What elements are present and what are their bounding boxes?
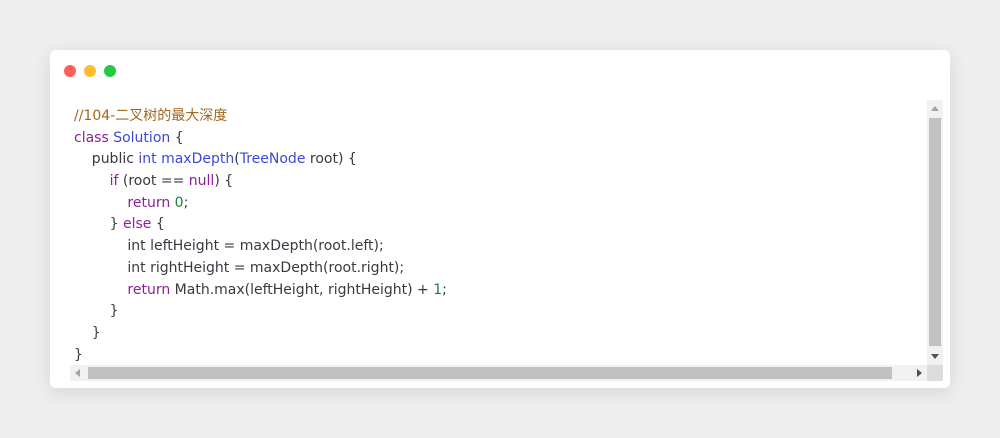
code-token-plain: { <box>170 129 184 146</box>
code-token-plain: ; <box>183 194 189 211</box>
code-line: } <box>74 323 928 345</box>
code-token-plain: int rightHeight = maxDepth(root.right); <box>74 259 405 276</box>
code-token-plain: int leftHeight = maxDepth(root.left); <box>74 238 384 255</box>
vertical-scrollbar[interactable] <box>927 100 943 365</box>
code-line: return 0; <box>74 193 928 215</box>
code-token-plain: (root == <box>118 173 189 190</box>
code-token-type: int <box>138 151 157 168</box>
code-token-plain: } <box>74 303 119 320</box>
code-line: } <box>74 345 928 367</box>
code-token-plain: } <box>74 346 83 363</box>
code-line: public int maxDepth(TreeNode root) { <box>74 149 928 171</box>
scroll-up-arrow-icon[interactable] <box>931 106 939 111</box>
code-token-keyword: null <box>188 173 215 190</box>
code-line: int rightHeight = maxDepth(root.right); <box>74 258 928 280</box>
window-controls <box>64 65 116 77</box>
code-token-keyword: return <box>127 194 171 211</box>
maximize-dot-icon[interactable] <box>104 65 116 77</box>
code-token-number: 0 <box>174 194 184 211</box>
code-token-comment: //104-二叉树的最大深度 <box>74 108 228 124</box>
horizontal-scrollbar[interactable] <box>70 365 927 381</box>
horizontal-scroll-thumb[interactable] <box>88 367 892 379</box>
minimize-dot-icon[interactable] <box>84 65 96 77</box>
code-line: int leftHeight = maxDepth(root.left); <box>74 236 928 258</box>
code-line: class Solution { <box>74 128 928 150</box>
scroll-down-arrow-icon[interactable] <box>931 354 939 359</box>
code-token-plain: Math.max(leftHeight, rightHeight) + <box>170 281 434 298</box>
code-token-plain: ; <box>442 281 447 298</box>
code-token-method: maxDepth <box>161 151 235 168</box>
code-line: return Math.max(leftHeight, rightHeight)… <box>74 280 928 302</box>
code-token-keyword: class <box>74 129 109 146</box>
code-token-plain: root) { <box>305 151 357 168</box>
code-token-keyword: else <box>122 216 152 233</box>
code-block[interactable]: //104-二叉树的最大深度 class Solution { public in… <box>74 106 928 368</box>
scrollbar-corner <box>927 365 943 381</box>
code-token-plain: { <box>151 216 165 233</box>
scroll-left-arrow-icon[interactable] <box>75 369 80 377</box>
scroll-right-arrow-icon[interactable] <box>917 369 922 377</box>
code-line: //104-二叉树的最大深度 <box>74 106 928 128</box>
close-dot-icon[interactable] <box>64 65 76 77</box>
code-token-type: TreeNode <box>239 151 306 168</box>
vertical-scroll-thumb[interactable] <box>929 118 941 346</box>
code-line: if (root == null) { <box>74 171 928 193</box>
code-line: } <box>74 301 928 323</box>
code-token-plain: } <box>74 216 123 233</box>
code-token-type: Solution <box>113 129 171 146</box>
code-token-plain: public <box>74 151 139 168</box>
code-token-keyword: return <box>127 281 171 298</box>
code-line: } else { <box>74 214 928 236</box>
code-token-plain: ) { <box>214 173 234 190</box>
code-token-plain: } <box>74 324 101 341</box>
code-window: //104-二叉树的最大深度 class Solution { public in… <box>50 50 950 388</box>
code-token-number: 1 <box>433 281 443 298</box>
